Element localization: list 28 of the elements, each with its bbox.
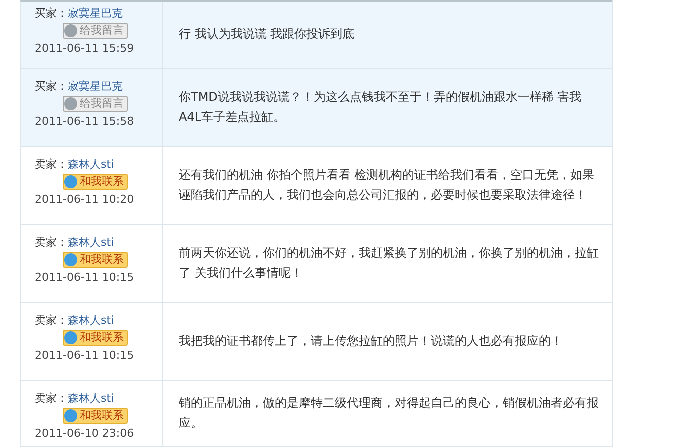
role-label: 买家：: [35, 80, 68, 93]
message-text: 销的正品机油，倣的是摩特二级代理商，对得起自己的良心，销假机油者必有报应。: [179, 395, 600, 432]
message-time: 2011-06-11 10:20: [35, 192, 136, 207]
message-text: 我把我的证书都传上了，请上传您拉缸的照片！说谎的人也必有报应的！: [179, 332, 563, 350]
role-label: 卖家：: [35, 158, 68, 171]
user-name-link[interactable]: 森林人sti: [68, 314, 114, 327]
role-label: 卖家：: [35, 314, 68, 327]
contact-button[interactable]: 和我联系: [63, 330, 128, 346]
message-time: 2011-06-11 15:59: [35, 41, 136, 56]
message-text: 前两天你还说，你们的机油不好，我赶紧换了别的机油，你换了别的机油，拉缸了 关我们什么事情呢！: [179, 245, 600, 282]
contact-button[interactable]: 和我联系: [63, 174, 128, 190]
contact-button[interactable]: 和我联系: [63, 252, 128, 268]
role-label: 买家：: [35, 7, 68, 20]
message-text: 你TMD说我说我说谎？！为这么点钱我不至于！弄的假机油跟水一样稀 害我A4L车子差点拉缸。: [179, 89, 583, 126]
contact-button[interactable]: 和我联系: [63, 408, 128, 424]
message-text: 行 我认为我说谎 我跟你投诉到底: [179, 26, 355, 44]
user-name-link[interactable]: 寂寞星巴克: [68, 80, 123, 93]
role-label: 卖家：: [35, 236, 68, 249]
message-time: 2011-06-11 15:58: [35, 114, 136, 129]
message-time: 2011-06-10 23:06: [35, 426, 136, 441]
user-name-link[interactable]: 寂寞星巴克: [68, 7, 123, 20]
message-time: 2011-06-11 10:15: [35, 348, 136, 363]
user-name-link[interactable]: 森林人sti: [68, 392, 114, 405]
user-name-link[interactable]: 森林人sti: [68, 236, 114, 249]
message-time: 2011-06-11 10:15: [35, 270, 136, 285]
role-label: 卖家：: [35, 392, 68, 405]
user-name-link[interactable]: 森林人sti: [68, 158, 114, 171]
message-text: 还有我们的机油 你拍个照片看看 检测机构的证书给我们看看，空口无凭，如果诬陷我们产品的人，我们也会向总公司汇报的，必要时候也要采取法律途径！: [179, 167, 596, 204]
